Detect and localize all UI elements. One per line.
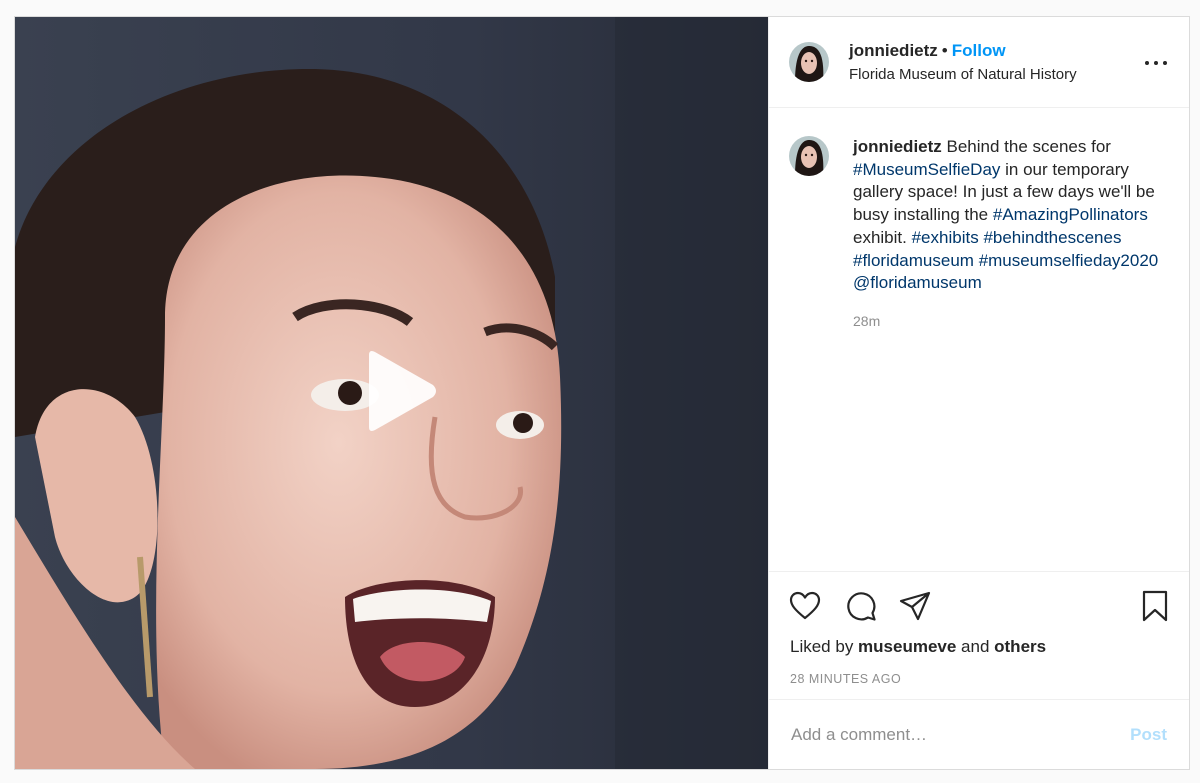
hashtag-link[interactable]: #MuseumSelfieDay (853, 160, 1000, 179)
post-sidebar: jonniedietz • Follow Florida Museum of Nat… (768, 17, 1189, 769)
hashtag-link[interactable]: #exhibits (912, 228, 979, 247)
likes-summary: Liked by museumeve and others (790, 637, 1046, 657)
post-timestamp[interactable]: 28 MINUTES AGO (790, 672, 901, 686)
location-link[interactable]: Florida Museum of Natural History (849, 63, 1077, 86)
add-comment-bar: Post (769, 699, 1189, 769)
caption-username[interactable]: jonniedietz (853, 137, 942, 156)
action-bar: Liked by museumeve and others 28 MINUTES… (769, 571, 1189, 699)
caption-area: jonniedietz Behind the scenes for #Museu… (769, 108, 1189, 571)
likes-others-link[interactable]: others (994, 637, 1046, 656)
comment-icon[interactable] (845, 590, 877, 622)
likes-prefix: Liked by (790, 637, 859, 656)
caption: jonniedietz Behind the scenes for #Museu… (853, 136, 1163, 571)
caption-text: Behind the scenes for (941, 137, 1111, 156)
hashtag-link[interactable]: #floridamuseum (853, 251, 974, 270)
caption-avatar[interactable] (789, 136, 829, 176)
separator-dot: • (941, 40, 948, 60)
hashtag-link[interactable]: #museumselfieday2020 (979, 251, 1159, 270)
hashtag-link[interactable]: #AmazingPollinators (993, 205, 1148, 224)
follow-button[interactable]: Follow (952, 41, 1006, 60)
post-header: jonniedietz • Follow Florida Museum of Nat… (769, 17, 1189, 108)
more-options-icon[interactable] (1145, 53, 1167, 73)
post-card: jonniedietz • Follow Florida Museum of Nat… (14, 16, 1190, 770)
caption-text: exhibit. (853, 227, 912, 247)
likes-middle: and (956, 637, 995, 656)
comment-input[interactable] (791, 724, 1131, 745)
post-comment-button[interactable]: Post (1130, 725, 1167, 745)
avatar[interactable] (789, 42, 829, 82)
post-video[interactable] (15, 17, 768, 769)
mention-link[interactable]: @floridamuseum (853, 273, 982, 292)
hashtag-link[interactable]: #behindthescenes (983, 228, 1121, 247)
username-link[interactable]: jonniedietz (849, 41, 938, 60)
liker-username[interactable]: museumeve (858, 637, 956, 656)
caption-time[interactable]: 28m (853, 310, 1163, 333)
heart-icon[interactable] (789, 590, 821, 622)
share-icon[interactable] (899, 590, 931, 622)
bookmark-icon[interactable] (1141, 590, 1169, 622)
play-icon[interactable] (359, 349, 439, 433)
